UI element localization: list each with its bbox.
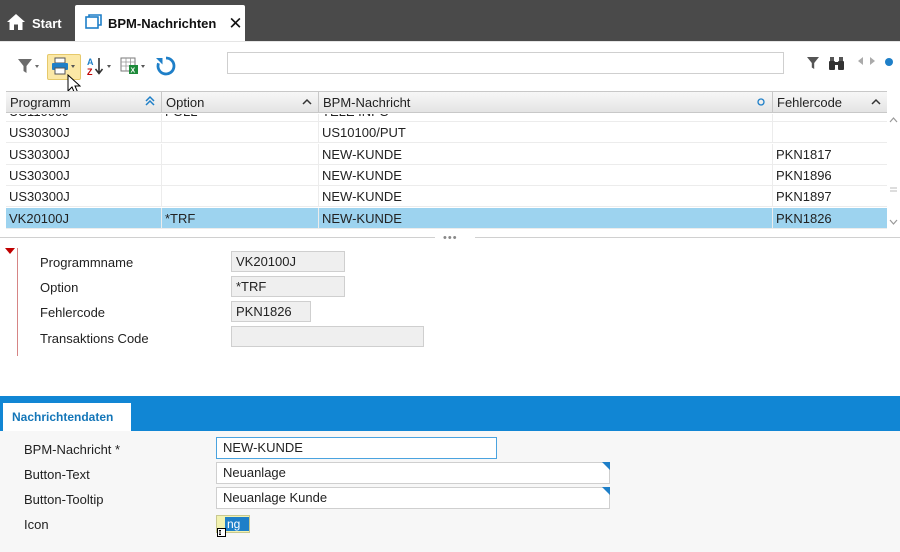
column-header-fehlercode[interactable]: Fehlercode [773,92,887,113]
table-scrollbar[interactable] [887,112,900,232]
filter-right-icon[interactable] [806,56,820,70]
button-tooltip-label: Button-Tooltip [24,492,104,507]
excel-export-icon: X [120,56,150,79]
filter-button[interactable] [14,54,44,80]
nav-prev-icon[interactable] [856,56,865,66]
bpm-nachricht-input[interactable]: NEW-KUNDE [216,437,497,459]
nav-next-icon[interactable] [868,56,877,66]
search-input[interactable] [227,52,784,74]
sort-az-icon: A Z [86,56,116,79]
cell-option: FOLL [162,114,319,122]
button-text-input[interactable]: Neuanlage [216,462,610,484]
cell-option [162,144,319,165]
cell-nachricht: NEW-KUNDE [319,144,773,165]
button-text-label: Button-Text [24,467,90,482]
cell-fehlercode: PKN1897 [776,189,832,204]
splitter-handle[interactable]: ••• [0,232,900,244]
close-icon[interactable]: ✕ [228,15,242,32]
cell-option [162,122,319,143]
messages-table: Programm Option BPM-Nachricht Fehlercode [6,91,887,230]
divider [0,41,900,42]
table-row[interactable]: US11000J FOLL TELE INFO [6,114,887,122]
button-tooltip-value: Neuanlage Kunde [223,490,328,505]
status-dot-icon [885,58,893,66]
cell-programm: US11000J [6,114,162,122]
cell-fehlercode [773,122,887,143]
cell-programm: US30300J [6,144,162,165]
cell-fehlercode: PKN1826 [776,211,832,226]
programmname-field: VK20100J [231,251,345,272]
cell-option: *TRF [162,208,319,229]
transaktions-code-field [231,326,424,347]
option-field: *TRF [231,276,345,297]
tab-bar: Start BPM-Nachrichten ✕ [0,0,900,41]
cell-nachricht: US10100/PUT [319,122,773,143]
tab-start[interactable]: Start [6,6,62,41]
cell-programm: US30300J [6,122,162,143]
details-tabstrip [0,396,900,431]
excel-export-button[interactable]: X [119,54,151,80]
cell-fehlercode: PKN1896 [776,168,832,183]
column-header-label: Option [166,95,205,110]
cell-nachricht: NEW-KUNDE [319,208,773,229]
home-icon [6,13,26,34]
button-tooltip-input[interactable]: Neuanlage Kunde [216,487,610,509]
icon-label: Icon [24,517,49,532]
fehlercode-label: Fehlercode [40,305,106,320]
cell-option [162,165,319,186]
cell-nachricht: NEW-KUNDE [319,165,773,186]
filter-icon [16,57,42,78]
tab-bpm-nachrichten-label: BPM-Nachrichten [108,15,217,31]
programmname-label: Programmname [40,255,134,270]
cell-option [162,186,319,207]
option-label: Option [40,280,79,295]
table-header: Programm Option BPM-Nachricht Fehlercode [6,91,887,113]
table-row[interactable]: US30300J NEW-KUNDE PKN1896 [6,165,887,186]
cell-programm: VK20100J [6,208,162,229]
text-cursor-icon [217,526,227,541]
column-header-option[interactable]: Option [162,92,319,113]
cell-nachricht: NEW-KUNDE [319,186,773,207]
tab-start-label: Start [32,16,62,31]
cell-programm: US30300J [6,186,162,207]
svg-text:Z: Z [87,67,93,76]
table-row[interactable]: US30300J US10100/PUT [6,122,887,143]
toolbar: A Z X [0,46,900,86]
binoculars-icon[interactable] [828,56,845,71]
sort-button[interactable]: A Z [84,54,118,80]
tab-bpm-nachrichten[interactable]: BPM-Nachrichten ✕ [75,5,245,41]
bpm-nachricht-label: BPM-Nachricht * [24,442,121,457]
column-header-label: Fehlercode [777,95,843,110]
table-row[interactable]: US30300J NEW-KUNDE PKN1897 [6,186,887,207]
cell-nachricht: TELE INFO [319,114,773,122]
column-header-bpm-nachricht[interactable]: BPM-Nachricht [319,92,773,113]
translation-corner-icon [602,462,610,470]
table-body: US11000J FOLL TELE INFO US30300J US10100… [6,114,887,230]
svg-text:X: X [131,67,136,74]
splitter-dots-icon: ••• [443,232,458,244]
collapse-marker-icon[interactable] [5,248,15,254]
column-header-label: Programm [10,95,71,110]
window-icon [85,14,102,32]
svg-text:A: A [87,57,94,67]
cell-fehlercode: PKN1817 [776,147,832,162]
refresh-button[interactable] [153,54,179,80]
table-row[interactable]: US30300J NEW-KUNDE PKN1817 [6,144,887,165]
icon-selected-text: ng [225,517,249,531]
button-text-value: Neuanlage [223,465,286,480]
cell-fehlercode [773,114,887,122]
tab-nachrichtendaten[interactable]: Nachrichtendaten [3,403,131,431]
refresh-icon [155,55,177,80]
transaktions-code-label: Transaktions Code [40,331,149,346]
translation-corner-icon [602,487,610,495]
column-header-programm[interactable]: Programm [6,92,162,113]
table-row-selected[interactable]: VK20100J *TRF NEW-KUNDE PKN1826 [6,208,887,229]
column-header-label: BPM-Nachricht [323,95,411,110]
detail-panel-border [17,248,18,356]
cell-programm: US30300J [6,165,162,186]
fehlercode-field: PKN1826 [231,301,311,322]
